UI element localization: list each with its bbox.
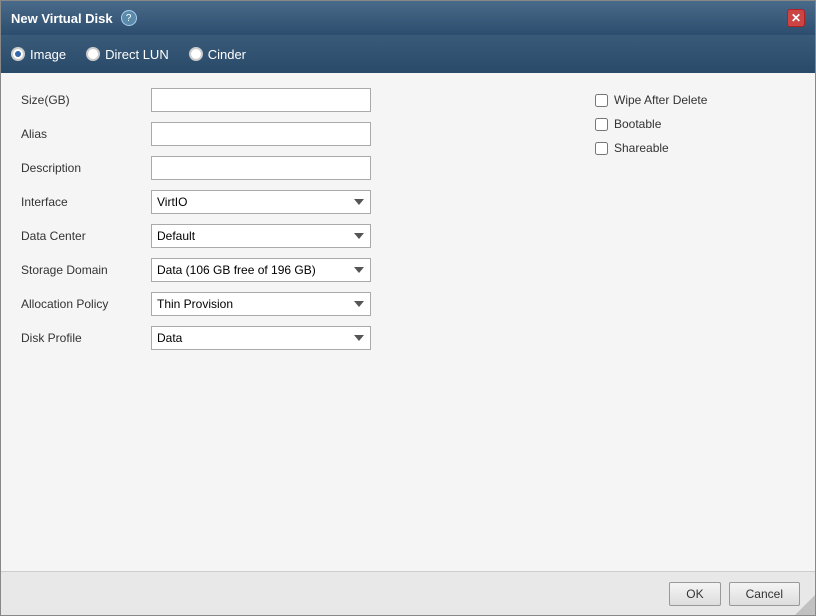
tab-cinder-radio[interactable] <box>189 47 203 61</box>
disk-profile-label: Disk Profile <box>21 331 151 345</box>
corner-decoration <box>795 595 815 615</box>
data-center-row: Data Center Default <box>21 224 565 248</box>
tab-image-label: Image <box>30 47 66 62</box>
wipe-after-delete-label: Wipe After Delete <box>614 93 707 107</box>
shareable-label: Shareable <box>614 141 669 155</box>
allocation-policy-row: Allocation Policy Thin Provision Preallo… <box>21 292 565 316</box>
right-panel: Wipe After Delete Bootable Shareable <box>595 88 795 556</box>
alias-label: Alias <box>21 127 151 141</box>
interface-row: Interface VirtIO IDE <box>21 190 565 214</box>
allocation-policy-label: Allocation Policy <box>21 297 151 311</box>
description-input[interactable] <box>151 156 371 180</box>
allocation-policy-select[interactable]: Thin Provision Preallocated <box>151 292 371 316</box>
tab-bar: Image Direct LUN Cinder <box>1 35 815 73</box>
dialog-title: New Virtual Disk <box>11 11 113 26</box>
title-bar-left: New Virtual Disk ? <box>11 10 137 26</box>
footer: OK Cancel <box>1 571 815 615</box>
cancel-button[interactable]: Cancel <box>729 582 800 606</box>
tab-image[interactable]: Image <box>11 47 66 62</box>
tab-cinder[interactable]: Cinder <box>189 47 246 62</box>
shareable-checkbox[interactable] <box>595 142 608 155</box>
new-virtual-disk-dialog: New Virtual Disk ? ✕ Image Direct LUN Ci… <box>0 0 816 616</box>
title-bar: New Virtual Disk ? ✕ <box>1 1 815 35</box>
interface-select[interactable]: VirtIO IDE <box>151 190 371 214</box>
content-area: Size(GB) Alias Description Interface Vir… <box>1 73 815 571</box>
description-label: Description <box>21 161 151 175</box>
storage-domain-label: Storage Domain <box>21 263 151 277</box>
data-center-label: Data Center <box>21 229 151 243</box>
interface-label: Interface <box>21 195 151 209</box>
disk-profile-row: Disk Profile Data <box>21 326 565 350</box>
close-button[interactable]: ✕ <box>787 9 805 27</box>
bootable-row: Bootable <box>595 117 795 131</box>
tab-direct-lun[interactable]: Direct LUN <box>86 47 169 62</box>
size-row: Size(GB) <box>21 88 565 112</box>
storage-domain-row: Storage Domain Data (106 GB free of 196 … <box>21 258 565 282</box>
left-panel: Size(GB) Alias Description Interface Vir… <box>21 88 565 556</box>
wipe-after-delete-checkbox[interactable] <box>595 94 608 107</box>
wipe-after-delete-row: Wipe After Delete <box>595 93 795 107</box>
tab-direct-lun-label: Direct LUN <box>105 47 169 62</box>
data-center-select[interactable]: Default <box>151 224 371 248</box>
shareable-row: Shareable <box>595 141 795 155</box>
tab-direct-lun-radio[interactable] <box>86 47 100 61</box>
storage-domain-select[interactable]: Data (106 GB free of 196 GB) <box>151 258 371 282</box>
size-input[interactable] <box>151 88 371 112</box>
help-icon[interactable]: ? <box>121 10 137 26</box>
size-label: Size(GB) <box>21 93 151 107</box>
ok-button[interactable]: OK <box>669 582 720 606</box>
tab-image-radio[interactable] <box>11 47 25 61</box>
bootable-label: Bootable <box>614 117 661 131</box>
bootable-checkbox[interactable] <box>595 118 608 131</box>
description-row: Description <box>21 156 565 180</box>
alias-row: Alias <box>21 122 565 146</box>
alias-input[interactable] <box>151 122 371 146</box>
disk-profile-select[interactable]: Data <box>151 326 371 350</box>
tab-cinder-label: Cinder <box>208 47 246 62</box>
